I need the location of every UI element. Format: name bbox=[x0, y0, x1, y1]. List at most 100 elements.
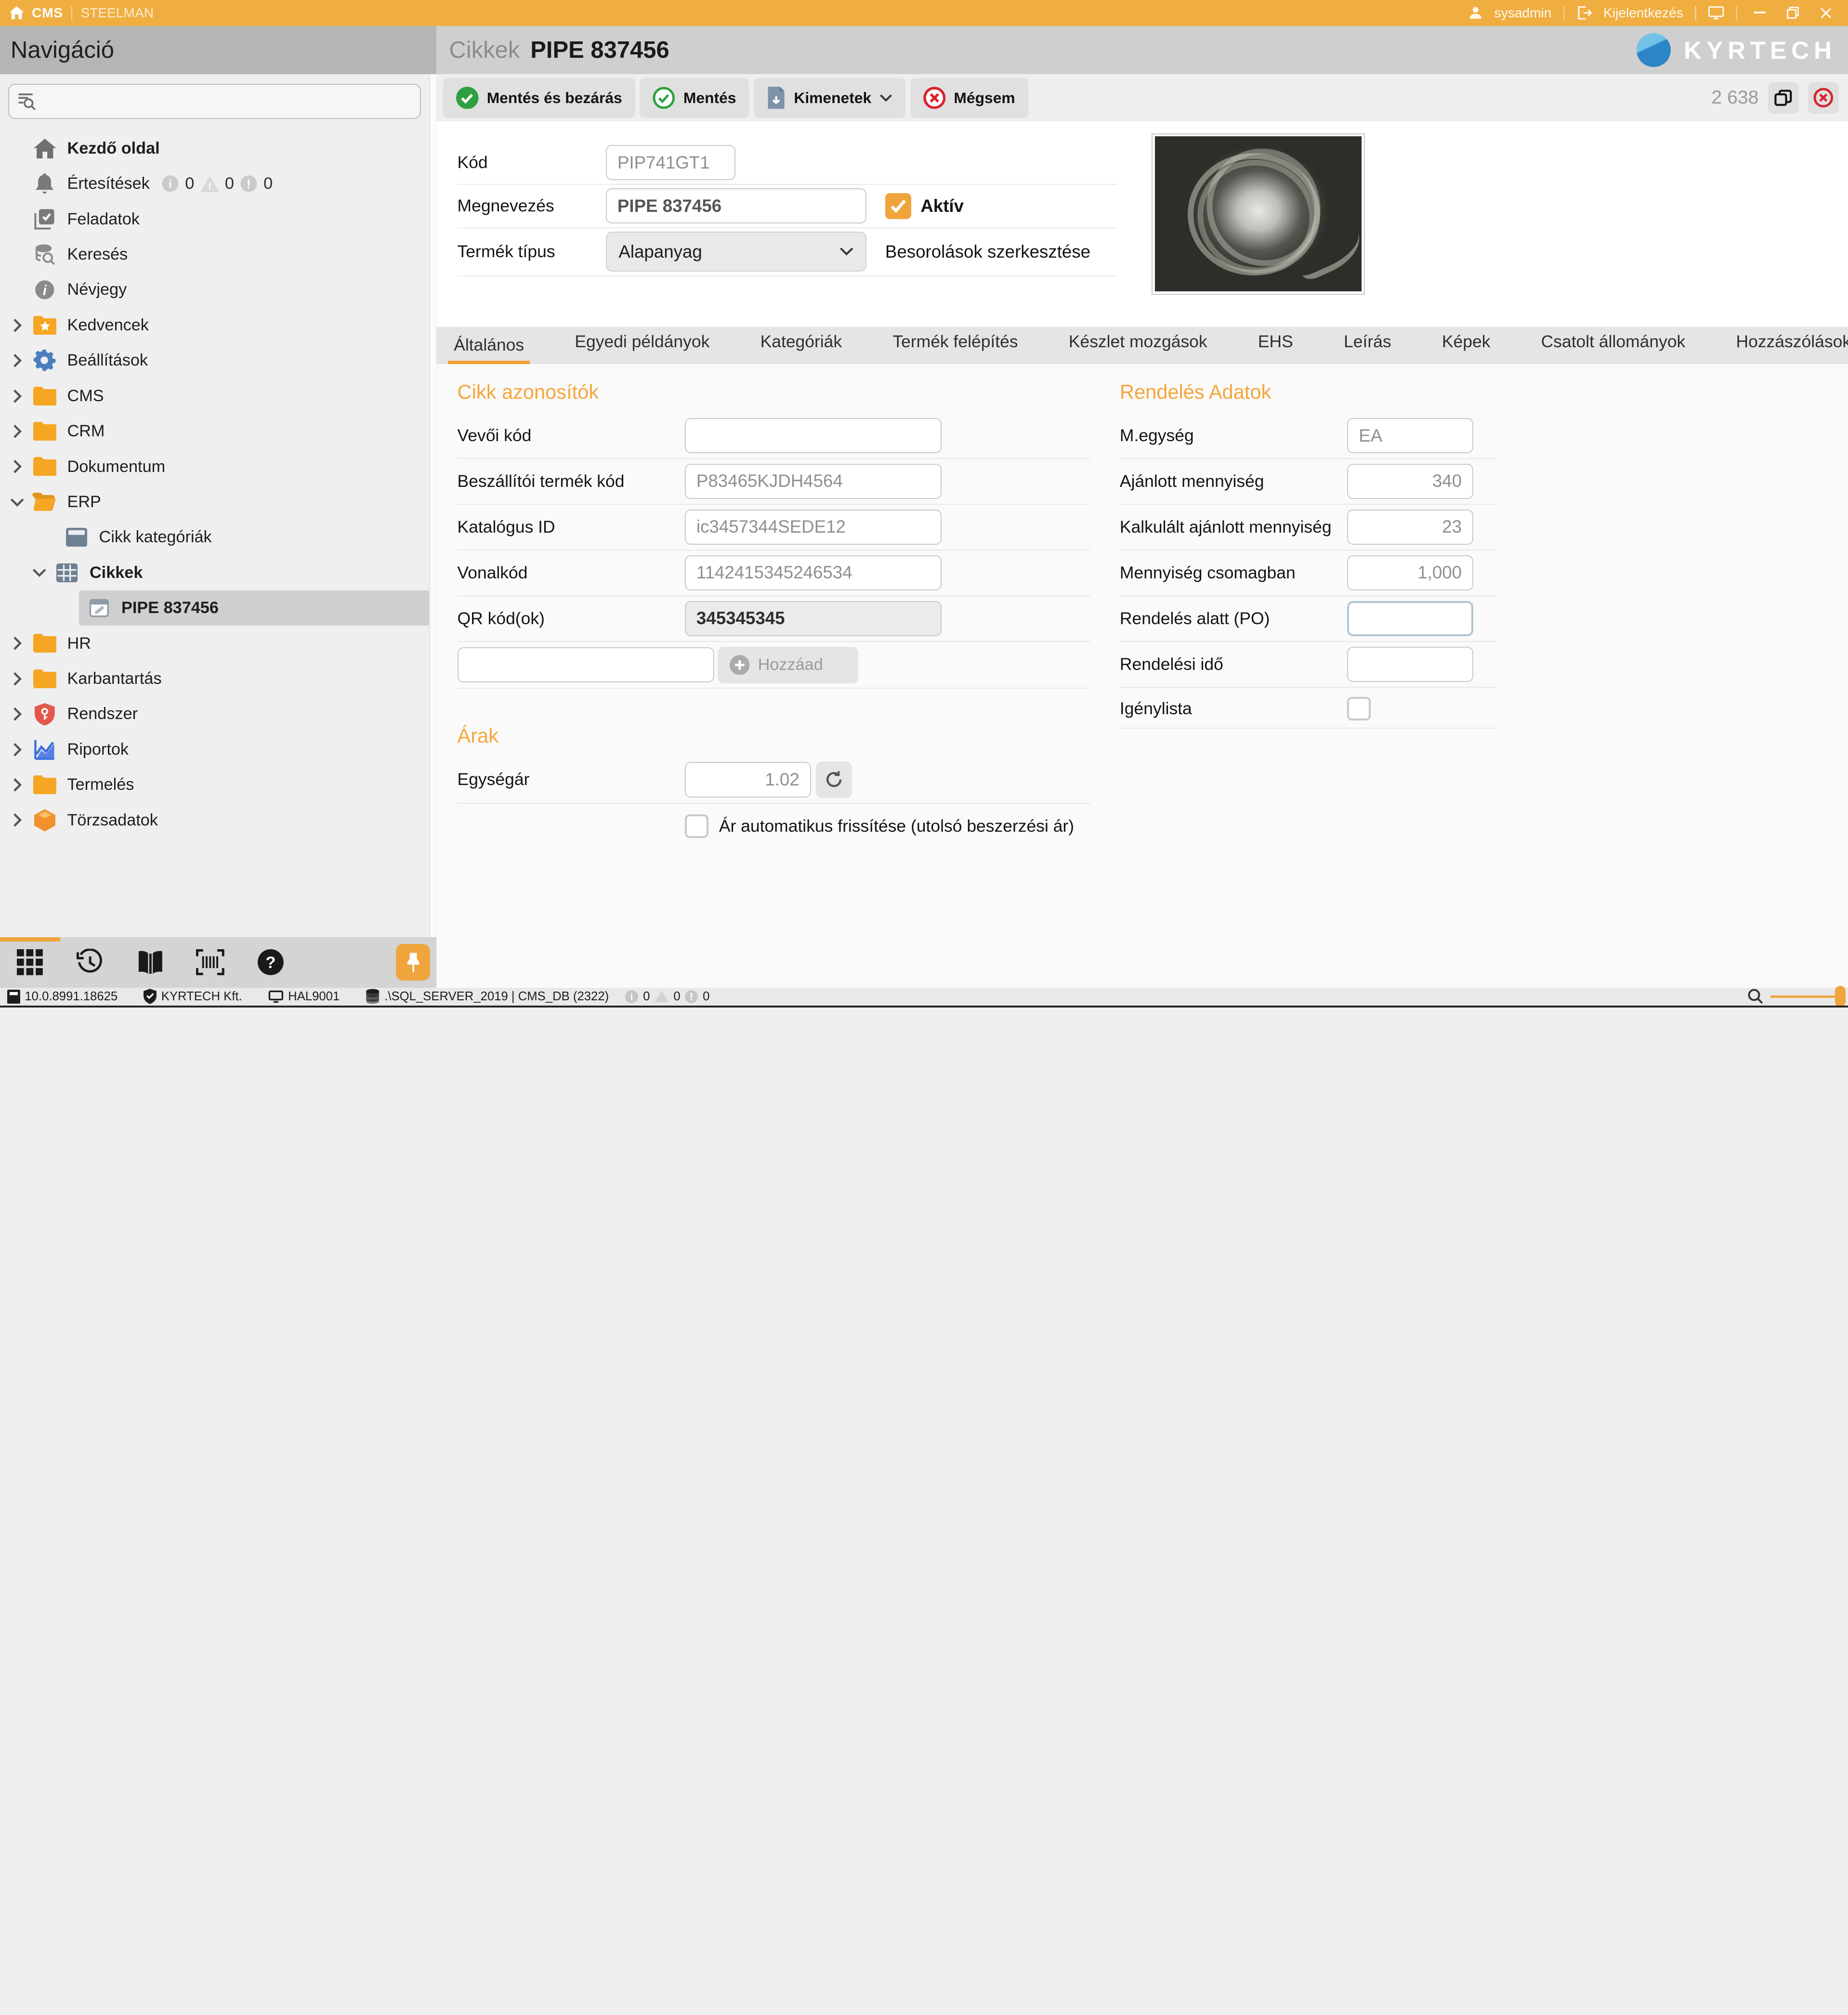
restore-button[interactable] bbox=[1782, 3, 1803, 22]
igenylista-checkbox[interactable] bbox=[1347, 697, 1371, 720]
rendelesi-ido-input[interactable] bbox=[1347, 647, 1473, 682]
save-button[interactable]: Mentés bbox=[640, 78, 749, 118]
tab-ehs[interactable]: EHS bbox=[1252, 332, 1299, 365]
chevron-right-icon[interactable] bbox=[10, 778, 25, 792]
tab-keszlet-mozgasok[interactable]: Készlet mozgások bbox=[1063, 332, 1213, 365]
barcode-scan-icon[interactable] bbox=[180, 949, 240, 975]
beszallitoi-kod-input[interactable]: P83465KJDH4564 bbox=[685, 464, 942, 499]
brand-logo: KYRTECH bbox=[1637, 33, 1848, 67]
chevron-right-icon[interactable] bbox=[10, 636, 25, 650]
sidebar-item-cikkek[interactable]: Cikkek bbox=[0, 555, 429, 590]
kod-row: Kód PIP741GT1 bbox=[458, 145, 1117, 185]
sidebar-item-riportok[interactable]: Riportok bbox=[0, 732, 429, 767]
aktiv-checkbox[interactable] bbox=[885, 193, 911, 219]
pin-button[interactable] bbox=[396, 944, 430, 981]
chevron-right-icon[interactable] bbox=[10, 318, 25, 332]
rendeles-alatt-input[interactable] bbox=[1347, 601, 1473, 636]
tab-kepek[interactable]: Képek bbox=[1436, 332, 1496, 365]
close-button[interactable] bbox=[1815, 3, 1836, 22]
help-icon[interactable]: ? bbox=[240, 949, 301, 975]
megyseg-input[interactable]: EA bbox=[1347, 418, 1473, 453]
sidebar-item-erp[interactable]: ERP bbox=[0, 484, 429, 520]
tab-egyedi-peldanyok[interactable]: Egyedi példányok bbox=[569, 332, 715, 365]
kalkulalt-input[interactable]: 23 bbox=[1347, 510, 1473, 545]
termek-tipus-select[interactable]: Alapanyag bbox=[606, 232, 866, 272]
vonalkod-input[interactable]: 1142415345246534 bbox=[685, 555, 942, 590]
chevron-right-icon[interactable] bbox=[10, 813, 25, 827]
kod-input[interactable]: PIP741GT1 bbox=[606, 145, 735, 180]
tab-csatolt-allomanyok[interactable]: Csatolt állományok bbox=[1535, 332, 1691, 365]
sidebar-search-input[interactable] bbox=[38, 85, 420, 118]
chevron-right-icon[interactable] bbox=[10, 424, 25, 438]
sidebar-item-feladatok[interactable]: Feladatok bbox=[0, 201, 429, 236]
refresh-price-button[interactable] bbox=[816, 761, 852, 798]
sidebar-item-karbantartas[interactable]: Karbantartás bbox=[0, 661, 429, 696]
sidebar: Kezdő oldal Értesítések i 0 ! 0 ! 0 Fela bbox=[0, 74, 429, 937]
sidebar-search[interactable] bbox=[8, 84, 421, 119]
sidebar-item-cms[interactable]: CMS bbox=[0, 378, 429, 413]
product-image[interactable] bbox=[1152, 133, 1365, 295]
minimize-button[interactable] bbox=[1749, 3, 1770, 22]
sidebar-item-rendszer[interactable]: Rendszer bbox=[0, 696, 429, 732]
new-qr-input[interactable] bbox=[458, 647, 715, 682]
logout-button[interactable]: Kijelentkezés bbox=[1603, 5, 1683, 21]
sidebar-item-kereses[interactable]: Keresés bbox=[0, 237, 429, 272]
chevron-down-icon[interactable] bbox=[32, 568, 47, 577]
ajanlott-input[interactable]: 340 bbox=[1347, 464, 1473, 499]
book-icon[interactable] bbox=[120, 950, 181, 975]
sidebar-item-kedvencek[interactable]: Kedvencek bbox=[0, 308, 429, 343]
close-record-button[interactable] bbox=[1808, 82, 1839, 114]
megnevezes-input[interactable]: PIPE 837456 bbox=[606, 188, 866, 223]
besorolasok-link[interactable]: Besorolások szerkesztése bbox=[885, 242, 1090, 262]
sidebar-item-cikk-kategoriak[interactable]: Cikk kategóriák bbox=[0, 520, 429, 555]
chevron-right-icon[interactable] bbox=[10, 389, 25, 403]
cancel-button[interactable]: Mégsem bbox=[910, 78, 1028, 118]
history-icon[interactable] bbox=[60, 949, 120, 976]
tab-leiras[interactable]: Leírás bbox=[1338, 332, 1397, 365]
folder-icon bbox=[32, 634, 58, 653]
sidebar-item-nevjegy[interactable]: i Névjegy bbox=[0, 272, 429, 307]
duplicate-window-button[interactable] bbox=[1768, 82, 1799, 114]
home-icon[interactable] bbox=[10, 6, 24, 19]
katalogus-id-input[interactable]: ic3457344SEDE12 bbox=[685, 510, 942, 545]
database-item: .\SQL_SERVER_2019 | CMS_DB (2322) bbox=[366, 989, 609, 1004]
sidebar-scrollbar[interactable] bbox=[429, 74, 436, 937]
csomag-input[interactable]: 1,000 bbox=[1347, 555, 1473, 590]
sidebar-item-beallitasok[interactable]: Beállítások bbox=[0, 343, 429, 378]
ar-auto-checkbox[interactable] bbox=[685, 814, 708, 838]
chevron-down-icon[interactable] bbox=[10, 497, 25, 507]
tab-altalanos[interactable]: Általános bbox=[448, 335, 530, 364]
sidebar-item-hr[interactable]: HR bbox=[0, 626, 429, 661]
add-qr-button[interactable]: Hozzáad bbox=[718, 647, 858, 683]
username[interactable]: sysadmin bbox=[1494, 5, 1552, 21]
tab-kategoriak[interactable]: Kategóriák bbox=[754, 332, 848, 365]
sidebar-item-termeles[interactable]: Termelés bbox=[0, 767, 429, 802]
statusbar: 10.0.8991.18625 KYRTECH Kft. HAL9001 .\S… bbox=[0, 988, 1848, 1006]
zoom-control bbox=[1748, 989, 1848, 1004]
tab-termek-felepites[interactable]: Termék felépítés bbox=[887, 332, 1024, 365]
sidebar-item-crm[interactable]: CRM bbox=[0, 414, 429, 449]
workstation-icon bbox=[268, 990, 284, 1003]
save-close-button[interactable]: Mentés és bezárás bbox=[443, 78, 635, 118]
chevron-right-icon[interactable] bbox=[10, 743, 25, 757]
chevron-right-icon[interactable] bbox=[10, 707, 25, 721]
zoom-slider[interactable] bbox=[1770, 995, 1844, 998]
folder-icon bbox=[32, 387, 58, 406]
apps-grid-icon[interactable] bbox=[0, 949, 60, 975]
svg-text:?: ? bbox=[265, 954, 275, 972]
egysegar-input[interactable]: 1.02 bbox=[685, 762, 811, 797]
sidebar-item-dokumentum[interactable]: Dokumentum bbox=[0, 449, 429, 484]
chevron-right-icon[interactable] bbox=[10, 672, 25, 686]
sidebar-item-pipe-837456[interactable]: PIPE 837456 bbox=[79, 590, 429, 626]
tab-hozzaszolasok[interactable]: Hozzászólások bbox=[1730, 332, 1848, 365]
brand-logo-icon bbox=[1637, 33, 1671, 67]
outputs-button[interactable]: Kimenetek bbox=[754, 78, 905, 118]
sidebar-item-ertesitesek[interactable]: Értesítések i 0 ! 0 ! 0 bbox=[0, 166, 429, 201]
sidebar-item-kezdo-oldal[interactable]: Kezdő oldal bbox=[0, 131, 429, 166]
chevron-right-icon[interactable] bbox=[10, 459, 25, 473]
vevoi-kod-input[interactable] bbox=[685, 418, 942, 453]
monitor-icon[interactable] bbox=[1708, 6, 1724, 20]
sidebar-item-torzsadatok[interactable]: Törzsadatok bbox=[0, 802, 429, 837]
chevron-right-icon[interactable] bbox=[10, 353, 25, 367]
zoom-slider-thumb[interactable] bbox=[1835, 986, 1846, 1007]
